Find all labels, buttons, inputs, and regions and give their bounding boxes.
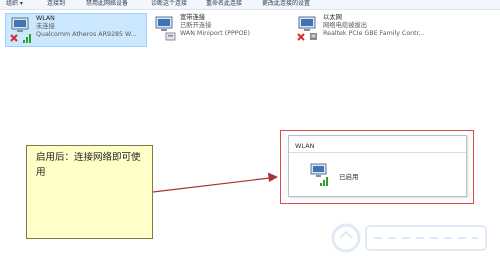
wlan-enabled-panel[interactable]: WLAN 已启用 (288, 135, 467, 197)
popup-status: 已启用 (339, 173, 359, 181)
wifi-enabled-icon (309, 163, 331, 187)
watermark-logo (331, 223, 487, 253)
divider (289, 152, 466, 153)
wlan-highlight-box: WLAN 已启用 (280, 130, 474, 204)
popup-title: WLAN (295, 142, 315, 150)
